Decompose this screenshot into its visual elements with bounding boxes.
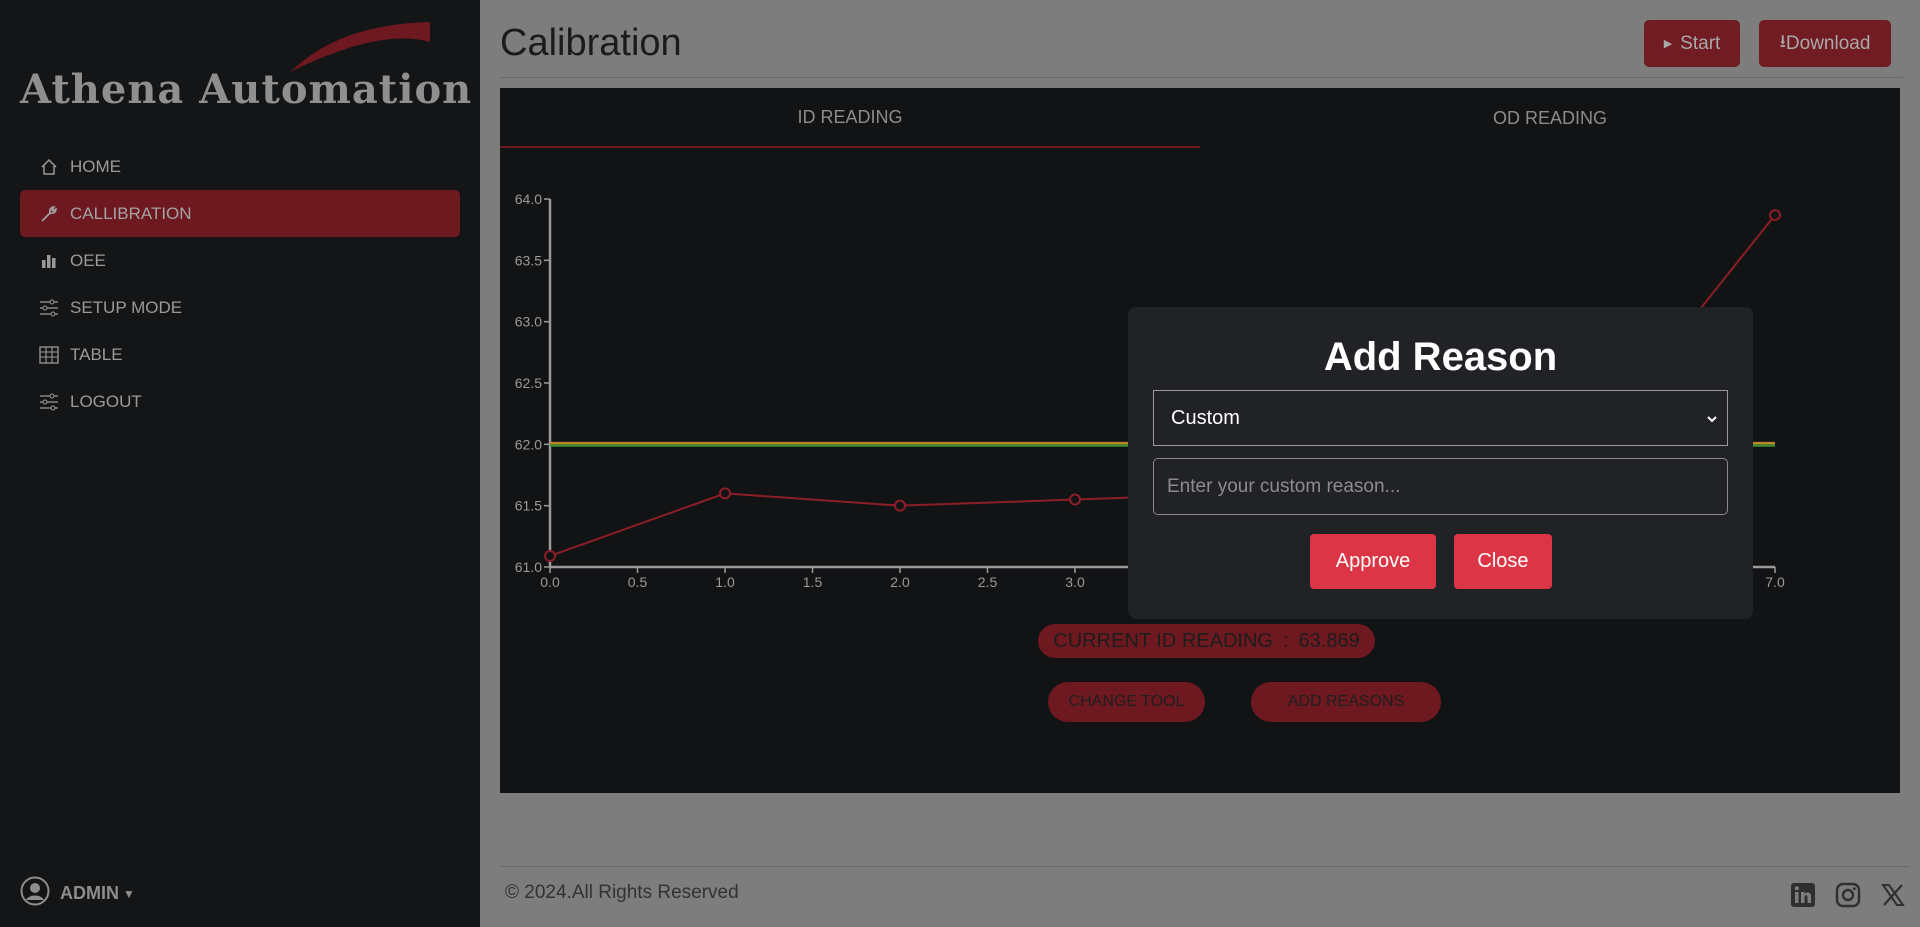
reading-separator: : xyxy=(1282,629,1289,652)
close-button[interactable]: Close xyxy=(1454,534,1552,589)
x-icon[interactable] xyxy=(1878,880,1908,910)
sliders-icon xyxy=(38,391,60,413)
x-tick-label: 1.5 xyxy=(803,574,823,590)
y-tick-label: 61.5 xyxy=(515,498,542,514)
main-content: Calibration ▶ Start ⭳ Download ID READIN… xyxy=(480,0,1920,927)
x-tick-label: 0.5 xyxy=(628,574,648,590)
sidebar-item-label: OEE xyxy=(70,250,106,270)
user-name: ADMIN xyxy=(60,883,119,903)
x-tick-label: 3.0 xyxy=(1065,574,1085,590)
sidebar-nav: HOME CALLIBRATION OEE SETUP MODE TABLE L… xyxy=(20,143,460,425)
reading-point xyxy=(1069,493,1081,506)
sidebar-item-setup-mode[interactable]: SETUP MODE xyxy=(20,284,460,331)
sidebar-item-oee[interactable]: OEE xyxy=(20,237,460,284)
user-menu[interactable]: ADMIN ▼ xyxy=(20,876,135,911)
header-divider xyxy=(500,77,1903,78)
sidebar-item-callibration[interactable]: CALLIBRATION xyxy=(20,190,460,237)
x-tick-label: 7.0 xyxy=(1765,574,1785,590)
wrench-icon xyxy=(38,203,60,225)
sidebar-item-label: CALLIBRATION xyxy=(70,203,192,223)
reading-tabs: ID READING OD READING xyxy=(500,88,1900,148)
start-button[interactable]: ▶ Start xyxy=(1644,20,1740,67)
y-tick-label: 62.0 xyxy=(515,436,542,452)
y-tick-label: 63.5 xyxy=(515,252,542,268)
sliders-icon xyxy=(38,297,60,319)
tab-od-reading[interactable]: OD READING xyxy=(1200,88,1900,148)
modal-title: Add Reason xyxy=(1323,335,1558,379)
caret-down-icon: ▼ xyxy=(123,886,135,901)
sidebar-item-label: HOME xyxy=(70,156,121,176)
table-icon xyxy=(38,344,60,366)
sidebar-item-table[interactable]: TABLE xyxy=(20,331,460,378)
chevron-down-icon xyxy=(1705,409,1719,432)
brand-logo: Athena Automation xyxy=(20,14,471,114)
home-icon xyxy=(38,156,60,178)
play-icon: ▶ xyxy=(1663,38,1673,50)
x-tick-label: 2.5 xyxy=(978,574,998,590)
x-tick-label: 2.0 xyxy=(890,574,910,590)
change-tool-button[interactable]: CHANGE TOOL xyxy=(1048,682,1205,722)
current-reading-badge: CURRENT ID READING : 63.869 xyxy=(1038,624,1375,658)
page-title: Calibration xyxy=(500,22,682,64)
x-tick-label: 1.0 xyxy=(715,574,735,590)
download-button[interactable]: ⭳ Download xyxy=(1759,20,1891,67)
tab-id-reading[interactable]: ID READING xyxy=(500,88,1200,148)
reason-select[interactable]: Custom xyxy=(1153,390,1728,446)
bar-chart-icon xyxy=(38,250,60,272)
start-button-label: Start xyxy=(1680,32,1721,54)
y-tick-label: 62.5 xyxy=(515,375,542,391)
copyright-text: © 2024.All Rights Reserved xyxy=(505,882,739,903)
reading-point xyxy=(894,499,906,512)
sidebar: Athena Automation HOME CALLIBRATION OEE … xyxy=(0,0,480,927)
y-tick-label: 61.0 xyxy=(515,559,542,575)
reading-value: 63.869 xyxy=(1298,629,1360,652)
sidebar-item-logout[interactable]: LOGOUT xyxy=(20,378,460,425)
reading-point xyxy=(1769,209,1781,222)
sidebar-item-home[interactable]: HOME xyxy=(20,143,460,190)
user-avatar-icon xyxy=(20,876,50,911)
reading-point xyxy=(544,549,556,562)
x-tick-label: 0.0 xyxy=(540,574,560,590)
reading-label: CURRENT ID READING xyxy=(1053,629,1273,652)
logo-swoosh-icon xyxy=(290,22,430,72)
footer-divider xyxy=(500,866,1910,867)
sidebar-item-label: TABLE xyxy=(70,344,123,364)
download-button-label: Download xyxy=(1785,32,1871,54)
sidebar-item-label: LOGOUT xyxy=(70,391,142,411)
brand-name: Athena Automation xyxy=(20,66,473,113)
add-reasons-button[interactable]: ADD REASONS xyxy=(1251,682,1441,722)
reading-point xyxy=(719,487,731,500)
sidebar-item-label: SETUP MODE xyxy=(70,297,183,317)
instagram-icon[interactable] xyxy=(1833,880,1863,910)
approve-button[interactable]: Approve xyxy=(1310,534,1436,589)
linkedin-icon[interactable] xyxy=(1788,880,1818,910)
add-reason-modal: Add Reason Custom Approve Close xyxy=(1128,307,1753,619)
y-tick-label: 63.0 xyxy=(515,314,542,330)
y-tick-label: 64.0 xyxy=(515,191,542,207)
custom-reason-input[interactable] xyxy=(1153,458,1728,515)
reason-select-value: Custom xyxy=(1171,406,1240,429)
